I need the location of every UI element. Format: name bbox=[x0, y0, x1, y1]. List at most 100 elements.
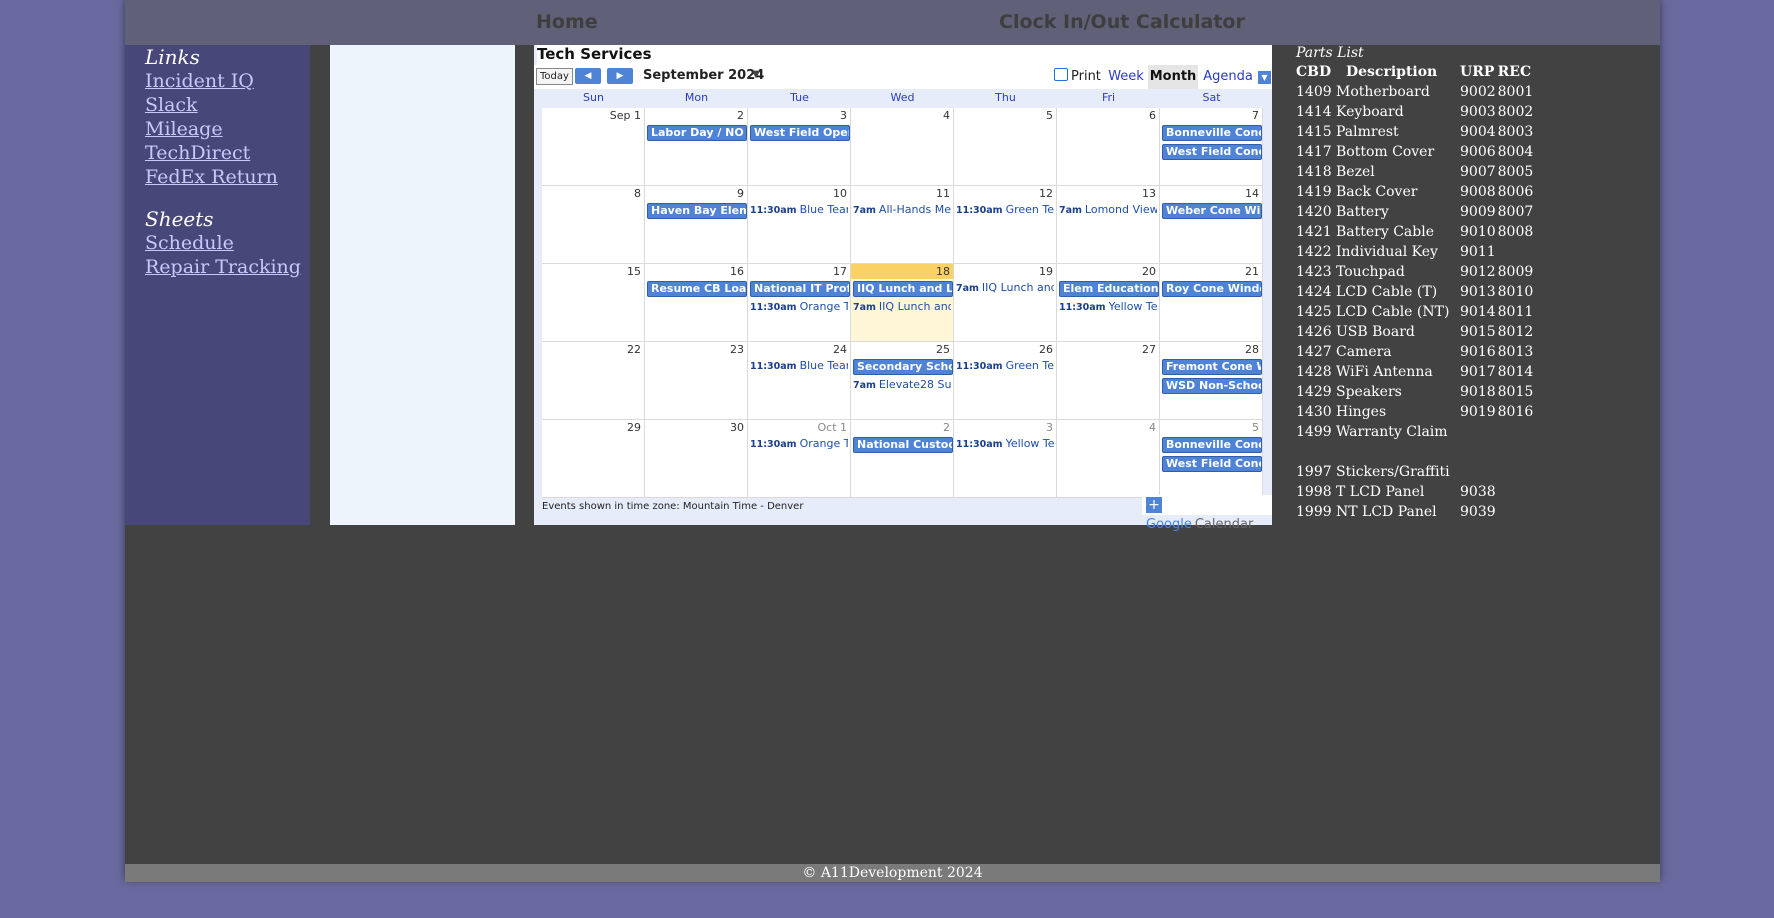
calendar-day-cell[interactable]: 16 Resume CB Loan bbox=[645, 264, 748, 342]
calendar-day-cell[interactable]: 5 Bonneville Cone W West Field Cone W bbox=[1160, 420, 1263, 498]
calendar-event-allday[interactable]: Roy Cone Window bbox=[1162, 281, 1262, 297]
day-number: 27 bbox=[1142, 343, 1156, 356]
calendar-event-timed[interactable]: 7am All-Hands Mee bbox=[853, 203, 951, 217]
calendar-day-cell[interactable]: 15 bbox=[542, 264, 645, 342]
calendar-day-cell[interactable]: 11 7am All-Hands Mee bbox=[851, 186, 954, 264]
calendar-day-cell[interactable]: 24 11:30amBlue Team bbox=[748, 342, 851, 420]
calendar-event-allday[interactable]: Bonneville Cone W bbox=[1162, 437, 1262, 453]
day-number: 2 bbox=[737, 109, 744, 122]
calendar-day-cell[interactable]: 22 bbox=[542, 342, 645, 420]
calendar-event-timed[interactable]: 7am Lomond View bbox=[1059, 203, 1157, 217]
month-dropdown-icon[interactable]: ▼ bbox=[752, 69, 760, 80]
calendar-event-timed[interactable]: 11:30amOrange Te bbox=[750, 437, 848, 451]
calendar-day-cell[interactable]: 30 bbox=[645, 420, 748, 498]
tab-agenda[interactable]: Agenda bbox=[1200, 65, 1256, 89]
print-button[interactable]: Print bbox=[1054, 68, 1101, 84]
calendar-event-timed[interactable]: 11:30amBlue Team bbox=[750, 359, 848, 373]
calendar-event-allday[interactable]: West Field Opens bbox=[750, 125, 850, 141]
calendar-day-cell[interactable]: 7 Bonneville Cone W West Field Cone W bbox=[1160, 108, 1263, 186]
calendar-day-cell[interactable]: 4 bbox=[851, 108, 954, 186]
description-cell: Touchpad bbox=[1336, 264, 1405, 280]
calendar-day-cell[interactable]: 18 IIQ Lunch and Le 7am IIQ Lunch and bbox=[851, 264, 954, 342]
calendar-event-timed[interactable]: 11:30amYellow Tea bbox=[956, 437, 1054, 451]
calendar-day-cell[interactable]: 27 bbox=[1057, 342, 1160, 420]
calendar-day-cell[interactable]: 29 bbox=[542, 420, 645, 498]
tab-month[interactable]: Month bbox=[1148, 65, 1198, 89]
calendar-event-timed[interactable]: 7am IIQ Lunch and bbox=[853, 300, 951, 314]
calendar-event-allday[interactable]: Elem Education P bbox=[1059, 281, 1159, 297]
calendar-event-allday[interactable]: Resume CB Loan bbox=[647, 281, 747, 297]
calendar-day-cell[interactable]: 8 bbox=[542, 186, 645, 264]
calendar-day-cell[interactable]: 14 Weber Cone Wind bbox=[1160, 186, 1263, 264]
calendar-event-allday[interactable]: Bonneville Cone W bbox=[1162, 125, 1262, 141]
calendar-event-timed[interactable]: 7am Elevate28 Sup bbox=[853, 378, 951, 392]
calendar-event-timed[interactable]: 11:30amOrange Te bbox=[750, 300, 848, 314]
calendar-day-cell[interactable]: 28 Fremont Cone Wi WSD Non-School bbox=[1160, 342, 1263, 420]
urp-cell bbox=[1460, 462, 1498, 482]
calendar-day-cell[interactable]: 13 7am Lomond View bbox=[1057, 186, 1160, 264]
calendar-day-cell[interactable]: 2 National Custodia bbox=[851, 420, 954, 498]
calendar-day-cell[interactable]: 12 11:30amGreen Tea bbox=[954, 186, 1057, 264]
calendar-event-timed[interactable]: 11:30amGreen Tea bbox=[956, 203, 1054, 217]
calendar-event-timed[interactable]: 11:30amBlue Team bbox=[750, 203, 848, 217]
day-number: 29 bbox=[627, 421, 641, 434]
sidebar-link-techdirect[interactable]: TechDirect bbox=[145, 141, 301, 165]
calendar-day-cell[interactable]: 6 bbox=[1057, 108, 1160, 186]
calendar-day-cell[interactable]: Oct 1 11:30amOrange Te bbox=[748, 420, 851, 498]
description-cell: Bezel bbox=[1336, 164, 1375, 180]
calendar-event-allday[interactable]: West Field Cone W bbox=[1162, 456, 1262, 472]
nav-home-link[interactable]: Home bbox=[536, 11, 598, 33]
sidebar-link-slack[interactable]: Slack bbox=[145, 93, 301, 117]
google-calendar-badge[interactable]: + Google Calendar bbox=[1142, 495, 1272, 532]
parts-row: 1424 LCD Cable (T) 9013 8010 bbox=[1296, 282, 1535, 302]
day-number: 26 bbox=[1039, 343, 1053, 356]
sidebar-link-schedule[interactable]: Schedule bbox=[145, 231, 301, 255]
calendar-event-timed[interactable]: 11:30amGreen Tea bbox=[956, 359, 1054, 373]
calendar-day-cell[interactable]: 9 Haven Bay Elem bbox=[645, 186, 748, 264]
prev-month-button[interactable]: ◀ bbox=[575, 68, 601, 84]
description-cell: Keyboard bbox=[1336, 104, 1404, 120]
sidebar-link-repair-tracking[interactable]: Repair Tracking bbox=[145, 255, 301, 279]
agenda-dropdown-icon[interactable]: ▼ bbox=[1258, 71, 1271, 84]
calendar-day-cell[interactable]: 20 Elem Education P 11:30amYellow Tea bbox=[1057, 264, 1160, 342]
calendar-day-cell[interactable]: 5 bbox=[954, 108, 1057, 186]
today-button[interactable]: Today bbox=[536, 68, 573, 85]
calendar-day-cell[interactable]: 26 11:30amGreen Tea bbox=[954, 342, 1057, 420]
calendar-event-allday[interactable]: West Field Cone W bbox=[1162, 144, 1262, 160]
parts-row: 1999 NT LCD Panel 9039 bbox=[1296, 502, 1535, 522]
calendar-event-allday[interactable]: Haven Bay Elem bbox=[647, 203, 747, 219]
tab-week[interactable]: Week bbox=[1106, 65, 1146, 89]
parts-row: 1418 Bezel 9007 8005 bbox=[1296, 162, 1535, 182]
sidebar-link-incident-iq[interactable]: Incident IQ bbox=[145, 69, 301, 93]
calendar-day-cell[interactable]: Sep 1 bbox=[542, 108, 645, 186]
sidebar-link-fedex-return[interactable]: FedEx Return bbox=[145, 165, 301, 189]
calendar-event-allday[interactable]: National Custodia bbox=[853, 437, 953, 453]
calendar-event-allday[interactable]: National IT Profe bbox=[750, 281, 850, 297]
calendar-day-cell[interactable]: 21 Roy Cone Window bbox=[1160, 264, 1263, 342]
calendar-event-allday[interactable]: Fremont Cone Wi bbox=[1162, 359, 1262, 375]
calendar-day-cell[interactable]: 4 bbox=[1057, 420, 1160, 498]
calendar-day-cell[interactable]: 17 National IT Profe 11:30amOrange Te bbox=[748, 264, 851, 342]
calendar-day-cell[interactable]: 10 11:30amBlue Team bbox=[748, 186, 851, 264]
nav-clock-calculator-link[interactable]: Clock In/Out Calculator bbox=[999, 11, 1245, 33]
calendar-event-allday[interactable]: Secondary Schoo bbox=[853, 359, 953, 375]
calendar-event-allday[interactable]: IIQ Lunch and Le bbox=[853, 281, 953, 297]
calendar-event-timed[interactable]: 11:30amYellow Tea bbox=[1059, 300, 1157, 314]
calendar-event-timed[interactable]: 7am IIQ Lunch and bbox=[956, 281, 1054, 295]
next-month-button[interactable]: ▶ bbox=[607, 68, 633, 84]
sidebar-link-mileage[interactable]: Mileage bbox=[145, 117, 301, 141]
calendar-day-cell[interactable]: 3 West Field Opens bbox=[748, 108, 851, 186]
calendar-day-cell[interactable]: 25 Secondary Schoo 7am Elevate28 Sup bbox=[851, 342, 954, 420]
calendar-event-allday[interactable]: Labor Day / NO S bbox=[647, 125, 747, 141]
parts-row: 1415 Palmrest 9004 8003 bbox=[1296, 122, 1535, 142]
calendar-day-cell[interactable]: 19 7am IIQ Lunch and bbox=[954, 264, 1057, 342]
calendar-day-cell[interactable]: 2 Labor Day / NO S bbox=[645, 108, 748, 186]
calendar-event-allday[interactable]: WSD Non-School bbox=[1162, 378, 1262, 394]
rec-cell: 8011 bbox=[1497, 304, 1534, 320]
day-number: 9 bbox=[737, 187, 744, 200]
cbd-cell: 1499 bbox=[1296, 424, 1332, 440]
day-number: 17 bbox=[833, 265, 847, 278]
calendar-event-allday[interactable]: Weber Cone Wind bbox=[1162, 203, 1262, 219]
calendar-day-cell[interactable]: 23 bbox=[645, 342, 748, 420]
calendar-day-cell[interactable]: 3 11:30amYellow Tea bbox=[954, 420, 1057, 498]
